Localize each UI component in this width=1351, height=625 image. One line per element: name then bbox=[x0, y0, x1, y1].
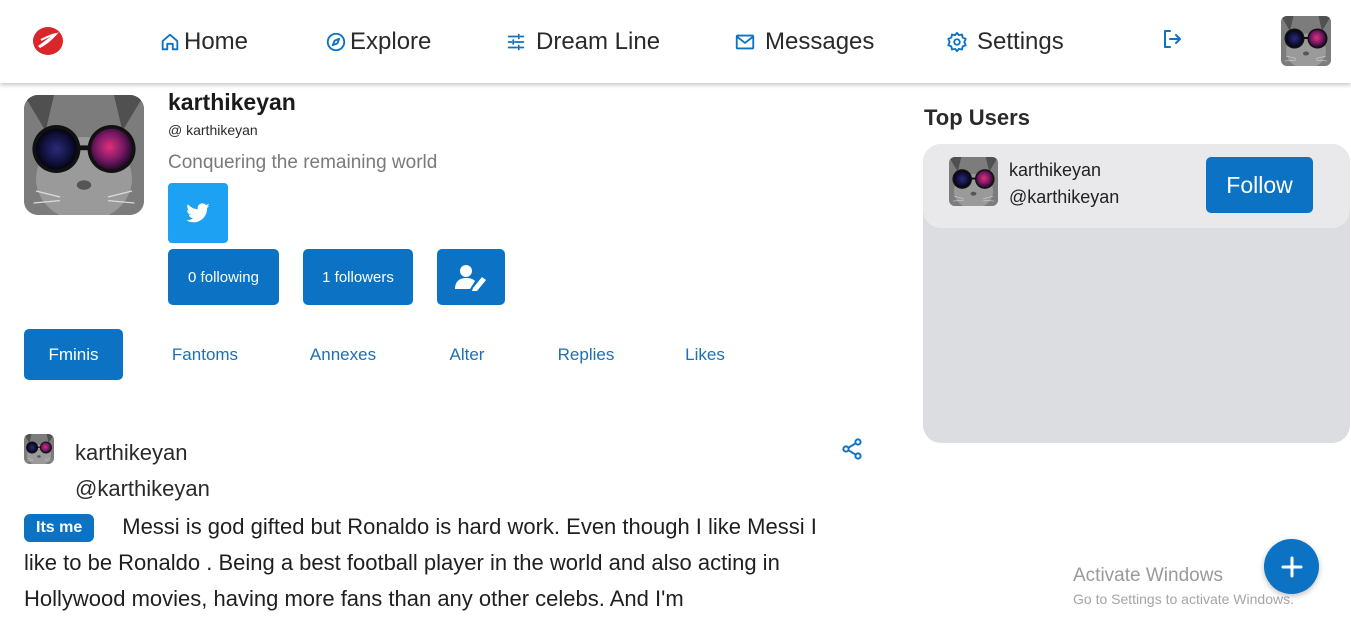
post-author-handle: @karthikeyan bbox=[75, 476, 210, 501]
gear-icon bbox=[947, 31, 967, 53]
followers-button[interactable]: 1 followers bbox=[303, 249, 413, 305]
nav-explore[interactable]: Explore bbox=[325, 26, 431, 58]
post-text: Messi is god gifted but Ronaldo is hard … bbox=[24, 514, 817, 611]
tab-fminis[interactable]: Fminis bbox=[24, 329, 123, 380]
post-body: Its me Messi is god gifted but Ronaldo is… bbox=[24, 509, 854, 617]
nav-messages-label: Messages bbox=[765, 28, 875, 55]
profile-bio: Conquering the remaining world bbox=[168, 152, 438, 173]
tab-likes[interactable]: Likes bbox=[675, 329, 735, 380]
edit-profile-button[interactable] bbox=[437, 249, 505, 305]
follow-button[interactable]: Follow bbox=[1206, 157, 1313, 213]
plus-icon bbox=[1281, 556, 1302, 577]
tab-alter[interactable]: Alter bbox=[437, 329, 497, 380]
user-avatar-icon[interactable] bbox=[1281, 16, 1331, 66]
nav-dream-line[interactable]: Dream Line bbox=[505, 26, 660, 58]
compass-icon bbox=[326, 32, 346, 52]
profile-handle: @ karthikeyan bbox=[168, 122, 258, 138]
home-icon bbox=[161, 33, 179, 51]
mail-icon bbox=[735, 34, 755, 50]
post-avatar[interactable] bbox=[24, 434, 54, 464]
twitter-link-button[interactable] bbox=[168, 183, 228, 243]
nav-dream-line-label: Dream Line bbox=[536, 28, 661, 55]
twitter-bird-icon bbox=[186, 203, 210, 223]
sliders-icon bbox=[507, 33, 525, 51]
nav-home[interactable]: Home bbox=[159, 26, 248, 58]
user-edit-icon bbox=[455, 265, 486, 291]
following-button[interactable]: 0 following bbox=[168, 249, 279, 305]
twitter-style-logo-icon[interactable] bbox=[32, 26, 64, 56]
nav-settings[interactable]: Settings bbox=[946, 26, 1064, 58]
share-icon[interactable] bbox=[840, 437, 864, 461]
activate-windows-subtitle: Go to Settings to activate Windows. bbox=[1073, 591, 1294, 607]
tab-annexes[interactable]: Annexes bbox=[298, 329, 388, 380]
top-user-name[interactable]: karthikeyan bbox=[1009, 160, 1101, 181]
top-users-title: Top Users bbox=[924, 105, 1030, 130]
profile-name: karthikeyan bbox=[168, 89, 296, 115]
post-author-name[interactable]: karthikeyan bbox=[75, 440, 188, 466]
nav-settings-label: Settings bbox=[977, 28, 1064, 55]
profile-avatar bbox=[24, 95, 144, 215]
tab-replies[interactable]: Replies bbox=[548, 329, 624, 380]
compose-button[interactable] bbox=[1264, 539, 1319, 594]
top-user-handle: @karthikeyan bbox=[1009, 187, 1120, 207]
nav-messages[interactable]: Messages bbox=[734, 26, 874, 58]
nav-explore-label: Explore bbox=[350, 28, 432, 55]
its-me-badge: Its me bbox=[24, 514, 95, 542]
nav-home-label: Home bbox=[184, 28, 249, 55]
top-user-avatar[interactable] bbox=[949, 157, 998, 206]
top-navigation: Home Explore Dream Line Messages Setting… bbox=[0, 0, 1351, 83]
logout-icon[interactable] bbox=[1160, 27, 1184, 51]
tab-fantoms[interactable]: Fantoms bbox=[160, 329, 250, 380]
activate-windows-title: Activate Windows bbox=[1073, 565, 1223, 586]
